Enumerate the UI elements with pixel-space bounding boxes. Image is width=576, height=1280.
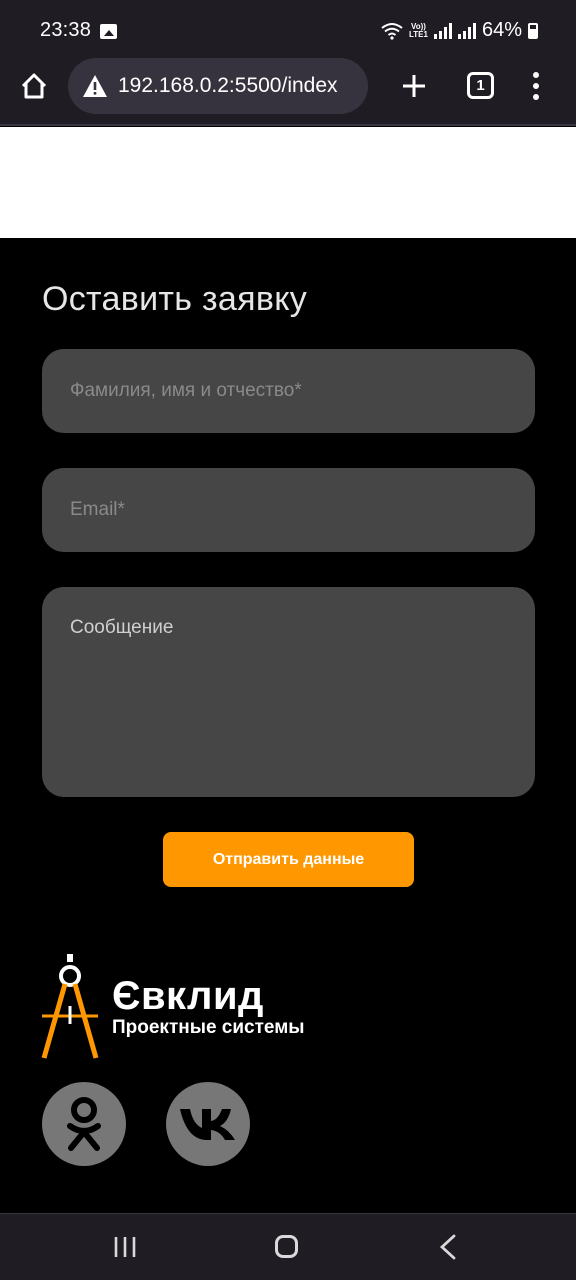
signal-icon bbox=[457, 22, 476, 39]
recents-icon[interactable] bbox=[113, 1236, 137, 1258]
wifi-icon bbox=[381, 22, 403, 40]
warning-icon[interactable] bbox=[82, 74, 108, 98]
status-icons: Vo)) LTE1 64% bbox=[381, 19, 538, 42]
vk-button[interactable] bbox=[166, 1082, 250, 1166]
lte-bottom: LTE1 bbox=[409, 29, 428, 39]
status-time: 23:38 bbox=[40, 19, 92, 41]
home-icon[interactable] bbox=[20, 72, 48, 100]
logo-name: Євклид bbox=[112, 974, 264, 1018]
odnoklassniki-button[interactable] bbox=[42, 1082, 126, 1166]
lte-icon: Vo)) LTE1 bbox=[409, 22, 428, 39]
back-icon[interactable] bbox=[438, 1234, 458, 1260]
system-nav-bar bbox=[0, 1213, 576, 1280]
tabs-icon[interactable]: 1 bbox=[467, 72, 494, 99]
form-title: Оставить заявку bbox=[42, 280, 308, 318]
full-name-input[interactable] bbox=[42, 349, 535, 433]
address-bar[interactable]: 192.168.0.2:5500/index bbox=[68, 58, 368, 114]
battery-icon bbox=[528, 22, 538, 39]
compass-logo-icon bbox=[41, 954, 99, 1059]
battery-percent: 64% bbox=[481, 19, 522, 41]
odnoklassniki-icon bbox=[67, 1097, 101, 1151]
plus-icon[interactable] bbox=[400, 72, 428, 100]
status-bar: 23:38 Vo)) LTE1 64% bbox=[0, 0, 576, 58]
logo-subtitle: Проектные системы bbox=[112, 1017, 305, 1038]
home-button[interactable] bbox=[275, 1235, 298, 1258]
message-textarea[interactable] bbox=[42, 587, 535, 797]
vk-icon bbox=[180, 1109, 235, 1140]
email-input[interactable] bbox=[42, 468, 535, 552]
menu-icon[interactable] bbox=[530, 72, 542, 100]
signal-icon bbox=[433, 22, 452, 39]
submit-button[interactable]: Отправить данные bbox=[163, 832, 414, 887]
tab-count: 1 bbox=[476, 77, 485, 94]
photo-icon bbox=[100, 24, 117, 39]
header-band bbox=[0, 127, 576, 238]
browser-toolbar: 192.168.0.2:5500/index 1 bbox=[0, 58, 576, 126]
url-text: 192.168.0.2:5500/index bbox=[118, 74, 338, 97]
